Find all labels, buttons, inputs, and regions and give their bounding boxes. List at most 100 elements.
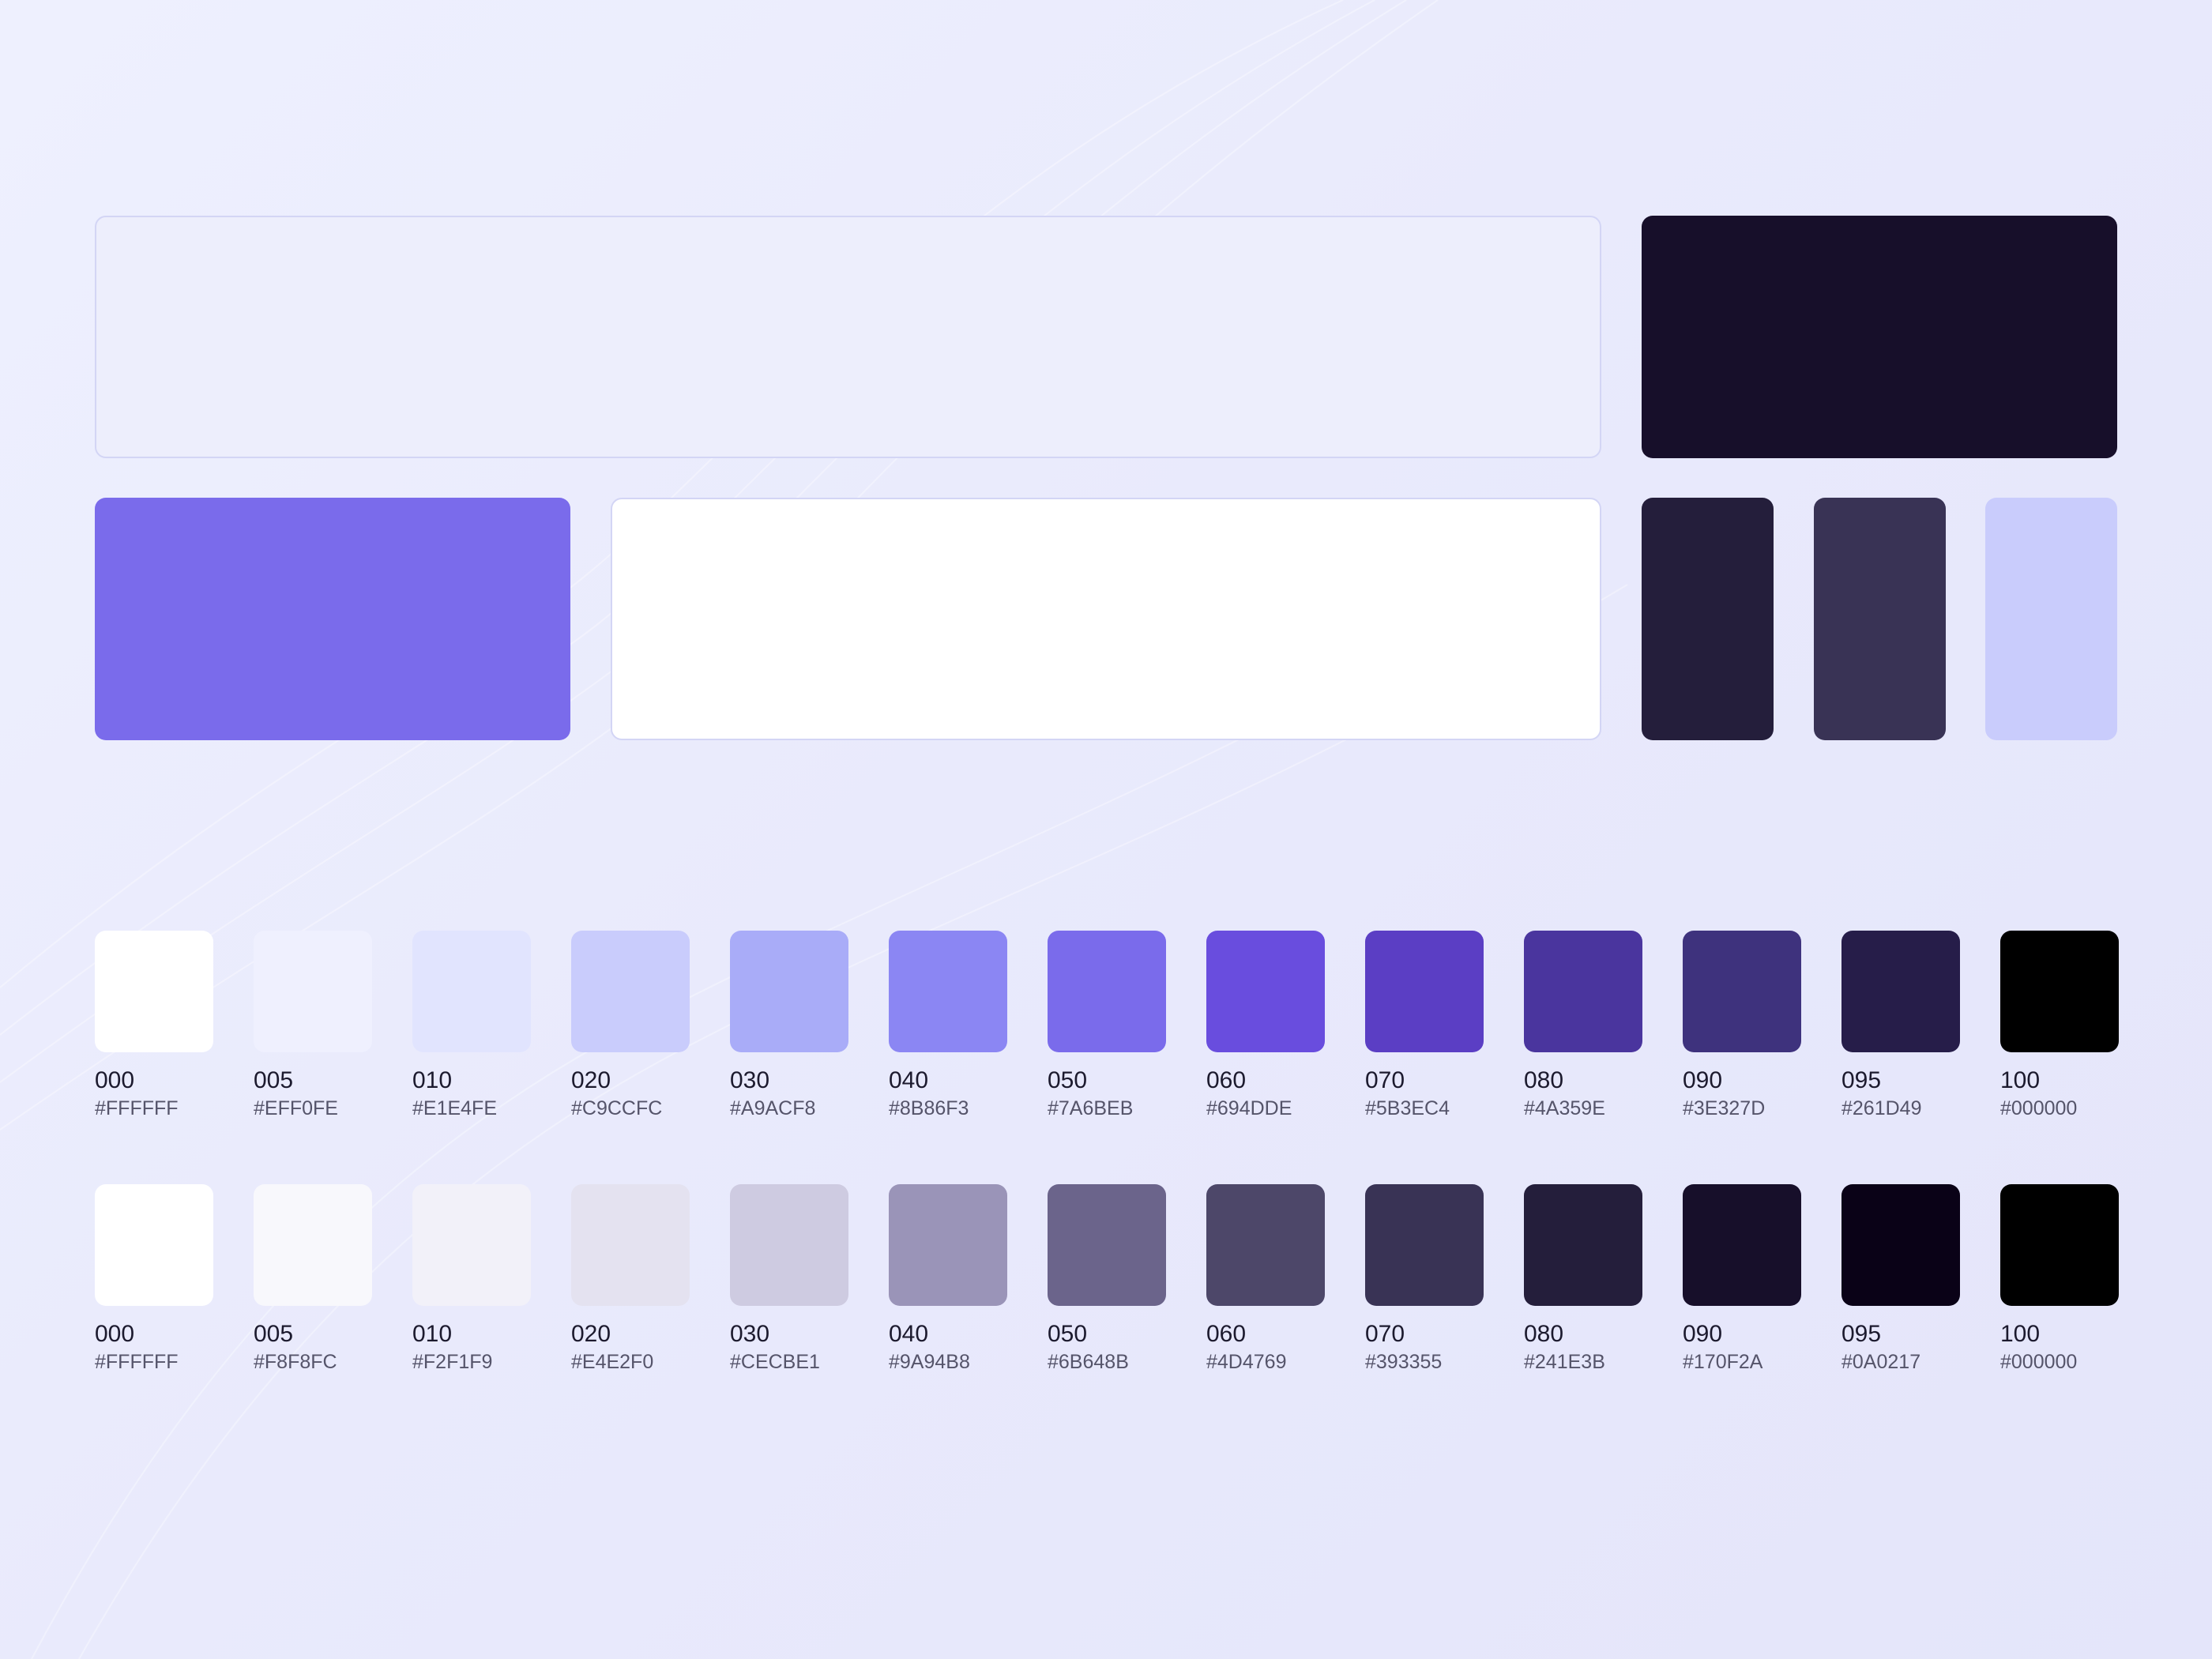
primary-swatch-005: 005 #EFF0FE: [254, 931, 372, 1120]
swatch-code: 090: [1683, 1067, 1723, 1093]
swatch-hex: #4A359E: [1524, 1097, 1605, 1119]
color-chip: [95, 931, 213, 1052]
swatch-hex: #261D49: [1841, 1097, 1922, 1119]
color-chip: [1206, 931, 1325, 1052]
swatch-hex: #170F2A: [1683, 1351, 1763, 1373]
neutral-swatch-000: 000 #FFFFFF: [95, 1184, 213, 1374]
color-chip: [571, 1184, 690, 1306]
color-chip: [1841, 931, 1960, 1052]
swatch-code: 030: [730, 1067, 770, 1093]
swatch-hex: #7A6BEB: [1048, 1097, 1134, 1119]
neutral-swatch-090: 090 #170F2A: [1683, 1184, 1801, 1374]
primary-swatch-070: 070 #5B3EC4: [1365, 931, 1484, 1120]
swatch-code: 060: [1206, 1321, 1247, 1347]
primary-swatch-060: 060 #694DDE: [1206, 931, 1325, 1120]
swatch-hex: #0A0217: [1841, 1351, 1921, 1373]
neutral-swatch-080: 080 #241E3B: [1524, 1184, 1642, 1374]
neutral-swatch-095: 095 #0A0217: [1841, 1184, 1960, 1374]
color-chip: [1365, 931, 1484, 1052]
swatch-hex: #E4E2F0: [571, 1351, 654, 1373]
color-chip: [1841, 1184, 1960, 1306]
swatch-code: 070: [1365, 1321, 1405, 1347]
swatch-code: 090: [1683, 1321, 1723, 1347]
color-chip: [254, 1184, 372, 1306]
color-chip: [2000, 931, 2119, 1052]
swatch-hex: #E1E4FE: [412, 1097, 498, 1119]
primary-swatch-050: 050 #7A6BEB: [1048, 931, 1166, 1120]
swatch-code: 070: [1365, 1067, 1405, 1093]
color-chip: [1048, 931, 1166, 1052]
block-lavender: [1985, 498, 2117, 740]
block-white: [611, 498, 1601, 740]
swatch-hex: #EFF0FE: [254, 1097, 338, 1119]
primary-swatch-090: 090 #3E327D: [1683, 931, 1801, 1120]
swatch-hex: #6B648B: [1048, 1351, 1129, 1373]
swatch-code: 080: [1524, 1067, 1564, 1093]
color-chip: [412, 931, 531, 1052]
block-light: [95, 216, 1601, 458]
color-chip: [889, 931, 1007, 1052]
block-mid: [1814, 498, 1946, 740]
swatch-hex: #694DDE: [1206, 1097, 1292, 1119]
primary-swatch-080: 080 #4A359E: [1524, 931, 1642, 1120]
swatch-code: 020: [571, 1067, 611, 1093]
primary-swatch-020: 020 #C9CCFC: [571, 931, 690, 1120]
swatch-code: 060: [1206, 1067, 1247, 1093]
swatch-code: 010: [412, 1067, 453, 1093]
color-chip: [1524, 1184, 1642, 1306]
neutral-swatch-070: 070 #393355: [1365, 1184, 1484, 1374]
color-chip: [1365, 1184, 1484, 1306]
primary-swatch-095: 095 #261D49: [1841, 931, 1960, 1120]
color-chip: [254, 931, 372, 1052]
primary-swatch-030: 030 #A9ACF8: [730, 931, 848, 1120]
primary-swatch-000: 000 #FFFFFF: [95, 931, 213, 1120]
swatch-hex: #000000: [2000, 1351, 2078, 1373]
swatch-code: 010: [412, 1321, 453, 1347]
swatch-hex: #000000: [2000, 1097, 2078, 1119]
color-chip: [730, 1184, 848, 1306]
swatch-hex: #5B3EC4: [1365, 1097, 1450, 1119]
primary-swatch-100: 100 #000000: [2000, 931, 2119, 1120]
swatch-code: 095: [1841, 1067, 1882, 1093]
swatch-hex: #F8F8FC: [254, 1351, 337, 1373]
neutral-swatch-005: 005 #F8F8FC: [254, 1184, 372, 1374]
neutral-swatch-030: 030 #CECBE1: [730, 1184, 848, 1374]
neutral-swatch-060: 060 #4D4769: [1206, 1184, 1325, 1374]
primary-scale-row: 000 #FFFFFF 005 #EFF0FE 010 #E1E4FE 020 #C9CCFC…: [95, 931, 2119, 1136]
color-chip: [1206, 1184, 1325, 1306]
neutral-swatch-040: 040 #9A94B8: [889, 1184, 1007, 1374]
swatch-code: 050: [1048, 1067, 1088, 1093]
color-chip: [571, 931, 690, 1052]
swatch-code: 100: [2000, 1067, 2041, 1093]
neutral-scale-row: 000 #FFFFFF 005 #F8F8FC 010 #F2F1F9 020 #E4E2F0…: [95, 1184, 2119, 1390]
swatch-hex: #393355: [1365, 1351, 1443, 1373]
block-dark: [1642, 498, 1774, 740]
neutral-swatch-100: 100 #000000: [2000, 1184, 2119, 1374]
swatch-hex: #CECBE1: [730, 1351, 820, 1373]
block-primary: [95, 498, 570, 740]
neutral-swatch-050: 050 #6B648B: [1048, 1184, 1166, 1374]
swatch-hex: #FFFFFF: [95, 1351, 179, 1373]
swatch-code: 040: [889, 1067, 929, 1093]
color-chip: [1524, 931, 1642, 1052]
swatch-hex: #8B86F3: [889, 1097, 969, 1119]
swatch-code: 000: [95, 1067, 135, 1093]
swatch-code: 040: [889, 1321, 929, 1347]
color-chip: [730, 931, 848, 1052]
neutral-swatch-010: 010 #F2F1F9: [412, 1184, 531, 1374]
swatch-code: 005: [254, 1067, 294, 1093]
swatch-code: 095: [1841, 1321, 1882, 1347]
color-chip: [1048, 1184, 1166, 1306]
swatch-hex: #C9CCFC: [571, 1097, 663, 1119]
swatch-hex: #F2F1F9: [412, 1351, 493, 1373]
swatch-code: 020: [571, 1321, 611, 1347]
swatch-hex: #FFFFFF: [95, 1097, 179, 1119]
swatch-code: 050: [1048, 1321, 1088, 1347]
swatch-code: 080: [1524, 1321, 1564, 1347]
swatch-code: 100: [2000, 1321, 2041, 1347]
swatch-hex: #4D4769: [1206, 1351, 1287, 1373]
primary-swatch-040: 040 #8B86F3: [889, 931, 1007, 1120]
color-chip: [889, 1184, 1007, 1306]
swatch-hex: #9A94B8: [889, 1351, 970, 1373]
color-chip: [1683, 1184, 1801, 1306]
